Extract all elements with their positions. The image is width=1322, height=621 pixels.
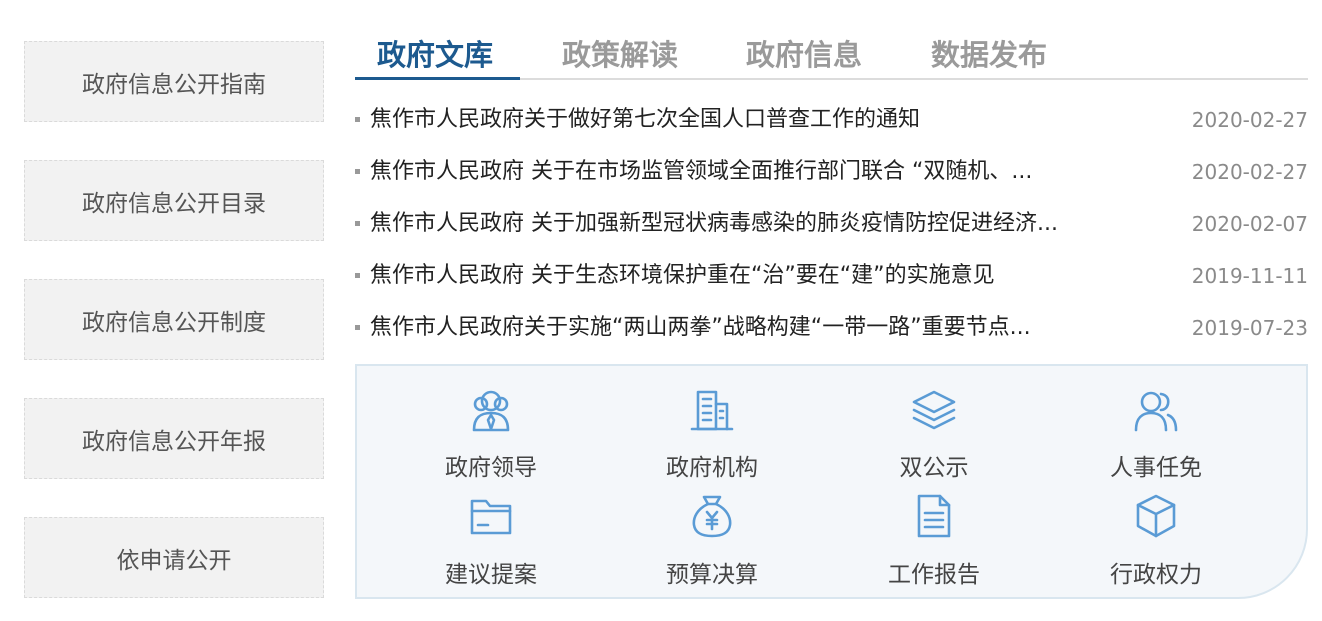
bullet-icon [355,169,360,174]
service-budget[interactable]: 预算决算 [612,491,812,589]
service-personnel[interactable]: 人事任免 [1056,386,1256,482]
service-work-report[interactable]: 工作报告 [834,491,1034,589]
news-title[interactable]: 焦作市人民政府 关于加强新型冠状病毒感染的肺炎疫情防控促进经济... [370,198,1140,250]
active-tab-indicator [355,77,520,80]
folder-icon [470,499,512,535]
service-label: 预算决算 [666,562,758,588]
service-label: 建议提案 [445,562,537,588]
service-double-publicity[interactable]: 双公示 [834,386,1034,482]
news-title[interactable]: 焦作市人民政府 关于生态环境保护重在“治”要在“建”的实施意见 [370,250,1140,302]
service-label: 双公示 [899,455,969,481]
service-admin-power[interactable]: 行政权力 [1056,491,1256,589]
news-item[interactable]: 焦作市人民政府关于做好第七次全国人口普查工作的通知 2020-02-27 [355,94,1308,146]
news-date: 2020-02-07 [1191,212,1308,236]
bullet-icon [355,117,360,122]
bullet-icon [355,273,360,278]
service-label: 人事任免 [1110,455,1202,481]
news-title[interactable]: 焦作市人民政府关于实施“两山两拳”战略构建“一带一路”重要节点... [370,302,1140,354]
services-panel: 政府领导 政府机构 双公示 人事任免 建议提案 预算决算 工作报告 行政权力 [355,364,1308,599]
sidebar-item-catalog[interactable]: 政府信息公开目录 [24,160,324,241]
news-date: 2020-02-27 [1191,108,1308,132]
sidebar-item-guide[interactable]: 政府信息公开指南 [24,41,324,122]
tab-bar: 政府文库 政策解读 政府信息 数据发布 [355,24,1308,80]
news-item[interactable]: 焦作市人民政府 关于生态环境保护重在“治”要在“建”的实施意见 2019-11-… [355,250,1308,302]
news-list: 焦作市人民政府关于做好第七次全国人口普查工作的通知 2020-02-27 焦作市… [355,94,1308,354]
tab-gov-info[interactable]: 政府信息 [746,32,862,74]
service-label: 行政权力 [1110,562,1202,588]
sidebar-item-annual-report[interactable]: 政府信息公开年报 [24,398,324,479]
sidebar: 政府信息公开指南 政府信息公开目录 政府信息公开制度 政府信息公开年报 依申请公… [24,41,324,598]
sidebar-item-apply[interactable]: 依申请公开 [24,517,324,598]
money-bag-icon [692,495,732,538]
cube-icon [1136,494,1176,538]
leader-icon [472,390,510,432]
bullet-icon [355,221,360,226]
news-title[interactable]: 焦作市人民政府 关于在市场监管领域全面推行部门联合 “双随机、... [370,146,1140,198]
users-icon [1134,391,1178,432]
building-icon [690,390,734,431]
tab-data-release[interactable]: 数据发布 [931,32,1047,74]
news-date: 2020-02-27 [1191,160,1308,184]
news-item[interactable]: 焦作市人民政府 关于在市场监管领域全面推行部门联合 “双随机、... 2020-… [355,146,1308,198]
service-label: 工作报告 [888,562,980,588]
bullet-icon [355,325,360,330]
tab-gov-library[interactable]: 政府文库 [377,32,493,74]
news-date: 2019-07-23 [1191,316,1308,340]
service-label: 政府领导 [445,455,537,481]
main-panel: 政府文库 政策解读 政府信息 数据发布 焦作市人民政府关于做好第七次全国人口普查… [355,24,1308,340]
news-item[interactable]: 焦作市人民政府关于实施“两山两拳”战略构建“一带一路”重要节点... 2019-… [355,302,1308,354]
document-icon [917,494,951,538]
service-gov-agencies[interactable]: 政府机构 [612,386,812,482]
sidebar-item-system[interactable]: 政府信息公开制度 [24,279,324,360]
news-date: 2019-11-11 [1191,264,1308,288]
news-title[interactable]: 焦作市人民政府关于做好第七次全国人口普查工作的通知 [370,94,1140,146]
service-label: 政府机构 [666,455,758,481]
tab-policy-interpretation[interactable]: 政策解读 [562,32,678,74]
service-gov-leaders[interactable]: 政府领导 [391,386,591,482]
layers-icon [912,390,956,430]
service-proposals[interactable]: 建议提案 [391,491,591,589]
news-item[interactable]: 焦作市人民政府 关于加强新型冠状病毒感染的肺炎疫情防控促进经济... 2020-… [355,198,1308,250]
